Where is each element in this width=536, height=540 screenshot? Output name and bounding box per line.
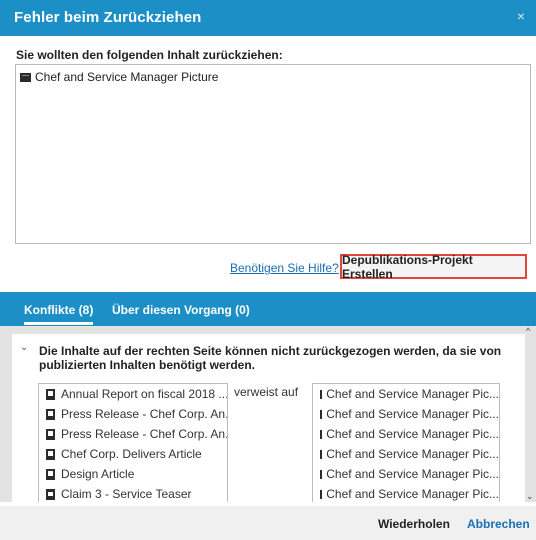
dialog-titlebar: Fehler beim Zurückziehen × — [0, 0, 536, 36]
list-item-label: Annual Report on fiscal 2018 ... — [61, 387, 227, 401]
list-item[interactable]: Chef and Service Manager Pic... — [313, 384, 499, 404]
list-item-label: Chef and Service Manager Pic... — [326, 447, 499, 461]
tab-body: ⌄ Die Inhalte auf der rechten Seite könn… — [0, 326, 536, 502]
list-item[interactable]: Claim 3 - Service Teaser — [39, 484, 227, 502]
document-icon — [46, 428, 55, 440]
selected-content-label: Chef and Service Manager Picture — [35, 70, 219, 84]
document-icon — [46, 448, 55, 460]
image-icon — [320, 429, 323, 439]
list-item[interactable]: Chef and Service Manager Pic... — [313, 464, 499, 484]
image-icon — [320, 389, 323, 399]
list-item-label: Press Release - Chef Corp. An... — [61, 427, 227, 441]
selected-content-list: Chef and Service Manager Picture — [15, 64, 531, 244]
close-icon[interactable]: × — [514, 9, 528, 23]
selected-content-item[interactable]: Chef and Service Manager Picture — [20, 70, 218, 84]
list-item[interactable]: Chef and Service Manager Pic... — [313, 424, 499, 444]
dialog-title: Fehler beim Zurückziehen — [14, 9, 202, 26]
image-icon — [320, 449, 323, 459]
image-icon — [320, 469, 323, 479]
document-icon — [46, 388, 55, 400]
document-icon — [46, 468, 55, 480]
chevron-down-icon[interactable]: ⌄ — [20, 343, 28, 353]
retry-button[interactable]: Wiederholen — [378, 517, 450, 531]
cancel-button[interactable]: Abbrechen — [467, 517, 530, 531]
image-icon — [20, 72, 31, 82]
list-item[interactable]: Design Article — [39, 464, 227, 484]
conflict-card: ⌄ Die Inhalte auf der rechten Seite könn… — [12, 334, 525, 502]
help-link[interactable]: Benötigen Sie Hilfe? — [230, 261, 339, 275]
referencing-items-list[interactable]: Annual Report on fiscal 2018 ... Press R… — [38, 383, 228, 502]
list-item-label: Chef and Service Manager Pic... — [326, 427, 499, 441]
unpublish-prompt: Sie wollten den folgenden Inhalt zurückz… — [16, 48, 283, 62]
dialog-footer: Wiederholen Abbrechen — [0, 506, 536, 540]
list-item-label: Chef and Service Manager Pic... — [326, 487, 499, 501]
list-item-label: Chef and Service Manager Pic... — [326, 387, 499, 401]
list-item[interactable]: Chef and Service Manager Pic... — [313, 404, 499, 424]
scroll-up-icon[interactable]: ^ — [526, 326, 530, 336]
unpublish-error-dialog: Fehler beim Zurückziehen × Sie wollten d… — [0, 0, 536, 540]
list-item[interactable]: Press Release - Chef Corp. An... — [39, 404, 227, 424]
scroll-down-icon[interactable]: ⌄ — [526, 491, 534, 502]
teaser-icon — [46, 488, 55, 500]
conflict-message: Die Inhalte auf der rechten Seite können… — [39, 344, 502, 372]
list-item[interactable]: Annual Report on fiscal 2018 ... — [39, 384, 227, 404]
list-item[interactable]: Chef and Service Manager Pic... — [313, 484, 499, 502]
tabs-panel: Konflikte (8) Über diesen Vorgang (0) ⌄ … — [0, 292, 536, 502]
image-icon — [320, 489, 323, 499]
list-item-label: Design Article — [61, 467, 135, 481]
list-item-label: Chef and Service Manager Pic... — [326, 407, 499, 421]
relation-label: verweist auf — [234, 385, 299, 399]
document-icon — [46, 408, 55, 420]
list-item[interactable]: Press Release - Chef Corp. An... — [39, 424, 227, 444]
list-item-label: Chef and Service Manager Pic... — [326, 467, 499, 481]
list-item[interactable]: Chef Corp. Delivers Article — [39, 444, 227, 464]
vertical-scrollbar[interactable]: ^ ⌄ — [525, 326, 536, 502]
tab-about-operation[interactable]: Über diesen Vorgang (0) — [112, 303, 250, 317]
referenced-items-list[interactable]: Chef and Service Manager Pic... Chef and… — [312, 383, 500, 502]
list-item[interactable]: Chef and Service Manager Pic... — [313, 444, 499, 464]
create-unpublish-project-button[interactable]: Depublikations-Projekt Erstellen — [340, 253, 527, 281]
list-item-label: Press Release - Chef Corp. An... — [61, 407, 227, 421]
tab-conflicts[interactable]: Konflikte (8) — [24, 303, 94, 325]
list-item-label: Claim 3 - Service Teaser — [61, 487, 192, 501]
list-item-label: Chef Corp. Delivers Article — [61, 447, 202, 461]
image-icon — [320, 409, 323, 419]
